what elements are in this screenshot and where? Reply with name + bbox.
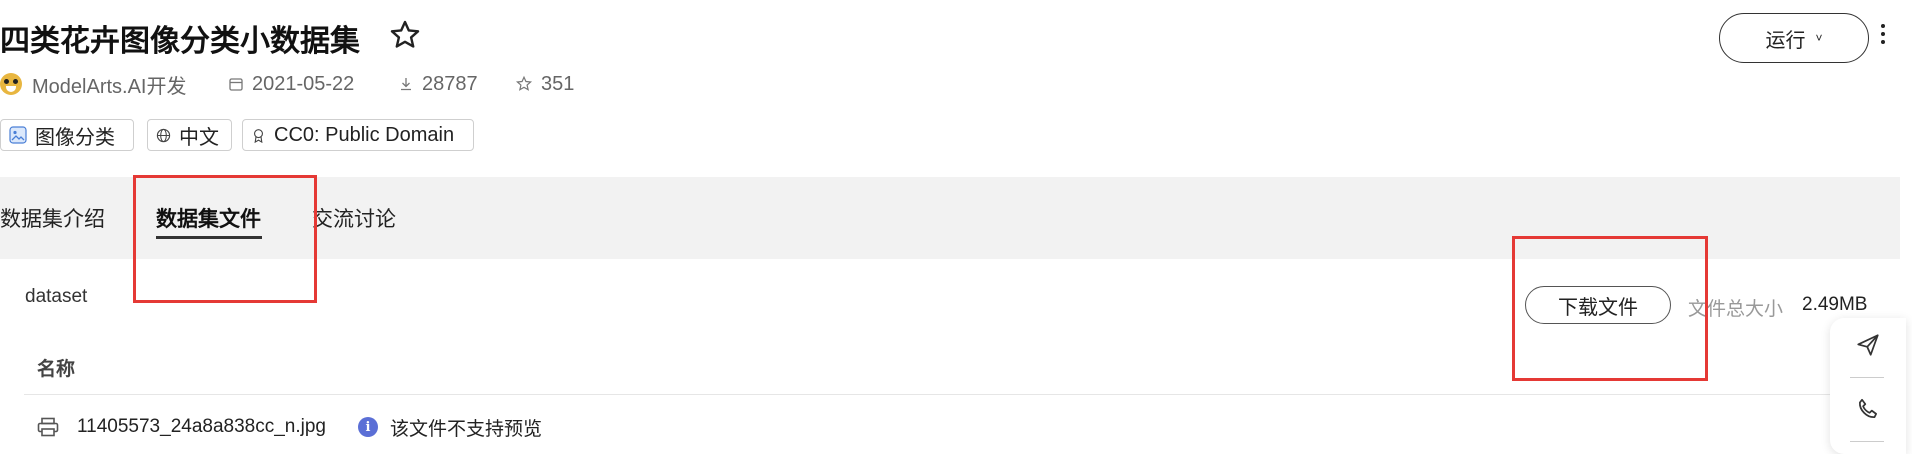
info-icon: i xyxy=(358,417,378,437)
image-icon xyxy=(9,126,27,144)
license-icon xyxy=(254,128,263,143)
folder-name[interactable]: dataset xyxy=(25,286,87,308)
star-count: 351 xyxy=(515,70,574,98)
total-size-value: 2.49MB xyxy=(1802,294,1868,315)
chevron-down-icon: ˅ xyxy=(1815,31,1823,45)
preview-unsupported-notice: 该文件不支持预览 xyxy=(390,418,543,440)
highlight-box-download xyxy=(1512,236,1708,381)
author[interactable]: ModelArts.AI开发 xyxy=(0,70,186,98)
floating-toolbar xyxy=(1830,318,1906,454)
author-name: ModelArts.AI开发 xyxy=(32,75,187,98)
date-text: 2021-05-22 xyxy=(252,72,355,95)
highlight-box-tab xyxy=(133,175,317,303)
run-button[interactable]: 运行 ˅ xyxy=(1719,13,1869,63)
toolbar-divider xyxy=(1850,377,1884,378)
tag-label: CC0: Public Domain xyxy=(274,123,455,146)
tag-label: 图像分类 xyxy=(35,126,115,149)
calendar-icon xyxy=(229,78,243,91)
star-icon[interactable] xyxy=(388,18,422,52)
page-title: 四类花卉图像分类小数据集 xyxy=(0,25,360,58)
tag-license[interactable]: CC0: Public Domain xyxy=(242,119,474,151)
tag-label: 中文 xyxy=(179,126,219,149)
tag-language[interactable]: 中文 xyxy=(147,119,232,151)
file-name[interactable]: 11405573_24a8a838cc_n.jpg xyxy=(77,416,326,438)
tab-dataset-intro[interactable]: 数据集介绍 xyxy=(0,203,105,233)
more-options-icon[interactable] xyxy=(1876,20,1890,56)
star-count-text: 351 xyxy=(541,72,575,95)
file-icon xyxy=(37,417,59,437)
tab-discussion[interactable]: 交流讨论 xyxy=(312,203,396,233)
avatar xyxy=(0,73,22,95)
download-count-text: 28787 xyxy=(422,72,478,95)
tag-image-classification[interactable]: 图像分类 xyxy=(0,119,134,151)
phone-icon[interactable] xyxy=(1830,382,1906,436)
publish-date: 2021-05-22 xyxy=(228,70,354,98)
toolbar-divider xyxy=(1850,441,1884,442)
table-row[interactable]: 11405573_24a8a838cc_n.jpg i 该文件不支持预览 xyxy=(37,412,542,442)
divider xyxy=(24,394,1832,395)
column-header-name: 名称 xyxy=(37,359,76,380)
run-label: 运行 xyxy=(1765,29,1806,52)
send-feedback-icon[interactable] xyxy=(1830,318,1906,372)
star-outline-icon xyxy=(515,75,533,91)
download-count: 28787 xyxy=(398,70,478,98)
globe-icon xyxy=(156,128,171,142)
download-icon xyxy=(401,78,411,91)
